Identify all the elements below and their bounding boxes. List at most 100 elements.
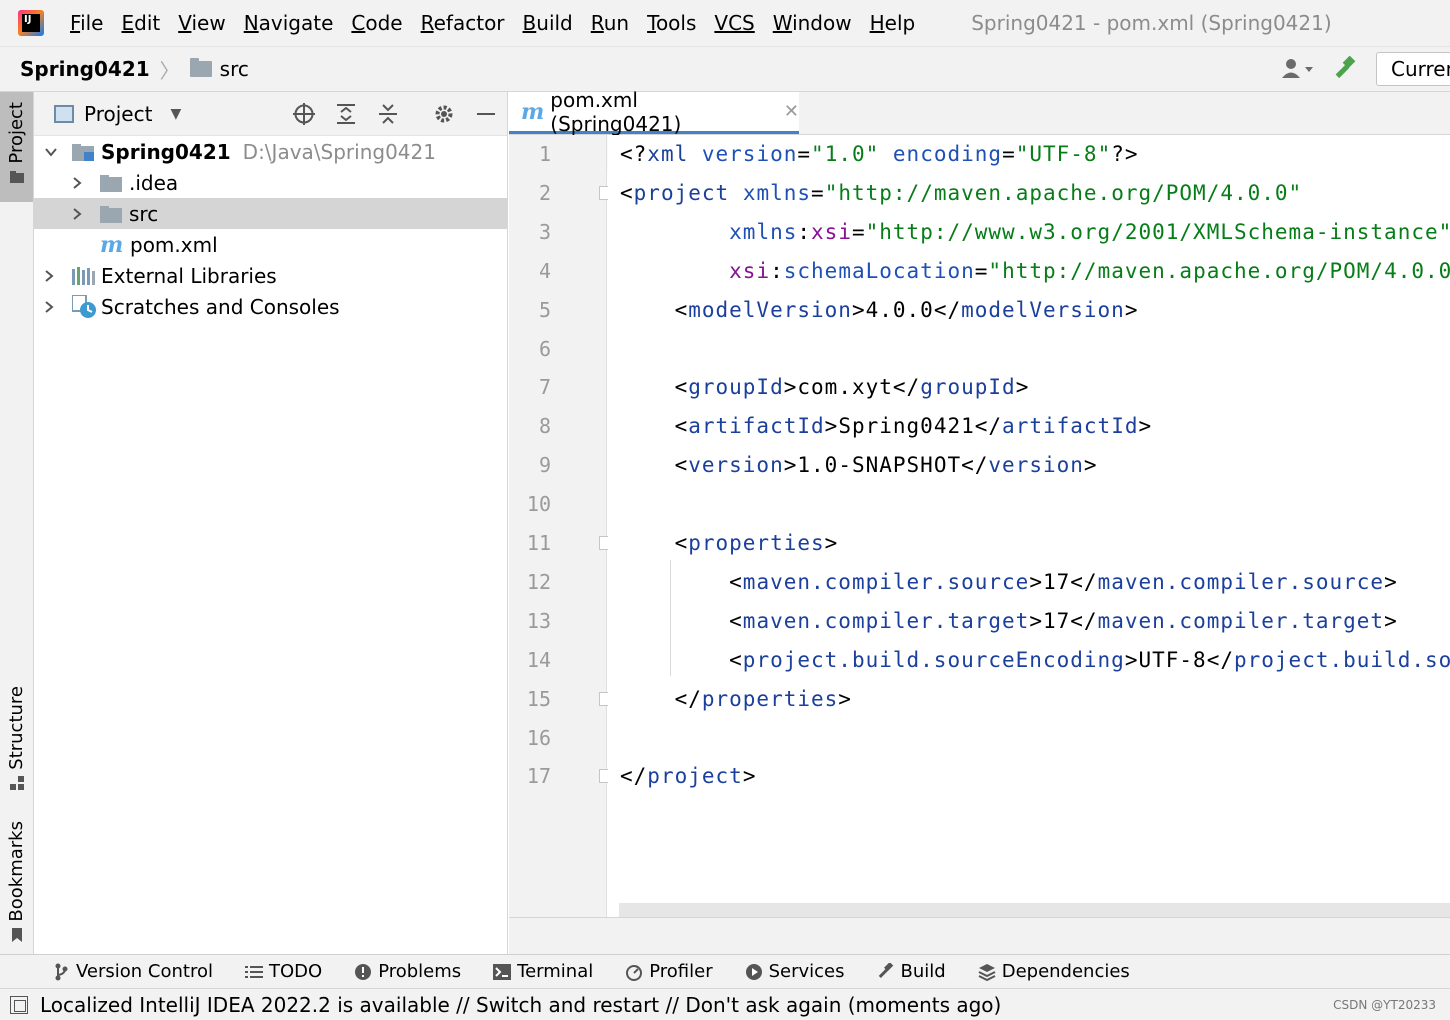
- menu-item-label: elp: [884, 11, 916, 35]
- expand-all-icon[interactable]: [332, 100, 360, 128]
- intellij-logo-icon[interactable]: IJ: [18, 10, 44, 36]
- menu-item[interactable]: Refactor: [421, 11, 505, 35]
- code-line: <maven.compiler.target>17</maven.compile…: [620, 602, 1398, 640]
- line-number: 6: [538, 336, 551, 361]
- chevron-down-icon[interactable]: [44, 145, 58, 159]
- code-token: >: [1029, 569, 1043, 594]
- menu-item-label: iew: [191, 11, 226, 35]
- menu-item-label: indow: [792, 11, 852, 35]
- menu-item[interactable]: VCS: [714, 11, 754, 35]
- tree-item-external-libraries[interactable]: External Libraries: [34, 260, 507, 291]
- tree-item-project-root[interactable]: Spring0421 D:\Java\Spring0421: [34, 136, 507, 167]
- code-token: >: [783, 453, 798, 478]
- tool-window-problems[interactable]: Problems: [354, 961, 461, 982]
- menu-item[interactable]: Build: [523, 11, 573, 35]
- folder-icon: [100, 174, 122, 192]
- menu-item[interactable]: View: [178, 11, 225, 35]
- menu-item[interactable]: Code: [351, 11, 402, 35]
- tool-window-version-control[interactable]: Version Control: [52, 961, 213, 982]
- line-number: 11: [526, 531, 551, 555]
- code-token: modelVersion: [961, 297, 1125, 322]
- code-token: >: [742, 764, 757, 789]
- tool-window-label: Problems: [378, 961, 462, 982]
- chevron-right-icon[interactable]: [70, 176, 84, 190]
- tool-window-profiler[interactable]: Profiler: [625, 961, 713, 982]
- tool-window-todo[interactable]: TODO: [244, 961, 322, 982]
- gear-icon[interactable]: [430, 100, 458, 128]
- project-view-label[interactable]: Project: [84, 102, 152, 126]
- menu-item[interactable]: File: [70, 11, 103, 35]
- editor-gutter: 1 2 3 4 5 6 7 8 9 10 11 12 13 14 15 16 17: [509, 135, 613, 917]
- menu-item-mnemonic: VCS: [714, 11, 755, 35]
- code-token: project.build.sourceEncoding: [1233, 647, 1450, 672]
- code-token: <: [620, 531, 689, 555]
- bookmark-icon: [11, 928, 22, 942]
- tree-item-scratches[interactable]: Scratches and Consoles: [34, 291, 507, 322]
- menu-item-label: avigate: [258, 11, 334, 35]
- tool-tab-structure[interactable]: Structure: [0, 680, 33, 790]
- menu-item[interactable]: Edit: [121, 11, 160, 35]
- chevron-down-icon[interactable]: ▼: [170, 106, 181, 122]
- tool-window-dependencies[interactable]: Dependencies: [978, 961, 1130, 982]
- code-token: project: [647, 764, 743, 789]
- code-editor[interactable]: <?xml version="1.0" encoding="UTF-8"?> <p…: [608, 135, 1450, 903]
- code-token: 17: [1042, 569, 1071, 594]
- close-icon[interactable]: ✕: [784, 101, 799, 122]
- chevron-right-icon[interactable]: [70, 207, 84, 221]
- tree-item-idea[interactable]: .idea: [34, 167, 507, 198]
- tool-window-label: Build: [900, 961, 946, 982]
- code-token: maven.compiler.source: [742, 569, 1030, 594]
- code-token: >: [783, 375, 798, 400]
- collapse-all-icon[interactable]: [374, 100, 402, 128]
- menu-item[interactable]: Navigate: [244, 11, 334, 35]
- tool-window-label: Services: [768, 961, 845, 982]
- menu-item[interactable]: Help: [870, 11, 916, 35]
- menu-item-mnemonic: T: [647, 11, 656, 35]
- watermark: CSDN @YT20233: [1333, 998, 1436, 1012]
- user-icon[interactable]: [1278, 54, 1318, 84]
- code-line: <?xml version="1.0" encoding="UTF-8"?>: [620, 135, 1139, 173]
- status-panel-icon[interactable]: [10, 995, 28, 1014]
- tree-item-label: Scratches and Consoles: [101, 294, 340, 319]
- tree-item-pom[interactable]: m pom.xml: [34, 229, 507, 260]
- project-panel-header: Project ▼: [34, 92, 507, 136]
- tree-item-src[interactable]: src: [34, 198, 507, 229]
- run-configuration-dropdown[interactable]: Current File: [1376, 52, 1450, 86]
- tree-item-label: Spring0421: [101, 139, 231, 164]
- code-token: >: [1384, 608, 1398, 633]
- locate-target-icon[interactable]: [290, 100, 318, 128]
- tree-item-label: .idea: [129, 170, 179, 195]
- tree-item-label: src: [129, 201, 159, 226]
- code-token: =: [797, 142, 812, 166]
- horizontal-scrollbar[interactable]: [619, 903, 1450, 917]
- breadcrumb-src[interactable]: src: [220, 57, 249, 81]
- menu-item[interactable]: Tools: [647, 11, 696, 35]
- chevron-right-icon[interactable]: [42, 269, 56, 283]
- code-token: project.build.sourceEncoding: [742, 647, 1125, 672]
- tool-tab-bookmarks[interactable]: Bookmarks: [0, 814, 33, 942]
- code-token: xmlns: [729, 219, 798, 244]
- breadcrumb-project[interactable]: Spring0421: [20, 57, 150, 81]
- code-token: maven.compiler.target: [1097, 608, 1385, 633]
- tool-tab-project[interactable]: Project: [0, 92, 33, 202]
- tool-window-build[interactable]: Build: [877, 961, 946, 982]
- build-hammer-icon[interactable]: [1328, 54, 1362, 84]
- tool-window-terminal[interactable]: Terminal: [493, 961, 593, 982]
- minimize-icon[interactable]: [472, 100, 500, 128]
- status-message[interactable]: Localized IntelliJ IDEA 2022.2 is availa…: [40, 993, 1001, 1017]
- code-token: artifactId: [688, 414, 825, 439]
- menu-bar: IJ File Edit View Navigate Code Refactor Build…: [0, 0, 1450, 46]
- code-line: xmlns:xsi="http://www.w3.org/2001/XMLSch…: [620, 213, 1450, 251]
- menu-item[interactable]: Window: [773, 11, 852, 35]
- menu-item[interactable]: Run: [591, 11, 629, 35]
- chevron-right-icon[interactable]: [42, 300, 56, 314]
- tab-pom-xml[interactable]: m pom.xml (Spring0421) ✕: [509, 88, 799, 136]
- code-line: <properties>: [620, 524, 838, 562]
- line-number: 2: [538, 180, 551, 205]
- tool-window-services[interactable]: Services: [745, 961, 845, 982]
- project-panel: Project ▼ Spring0421 D:\Java\Spring0421 .…: [34, 92, 508, 954]
- structure-icon: [9, 776, 24, 790]
- hammer-icon: [877, 962, 895, 981]
- module-folder-icon: [72, 143, 94, 161]
